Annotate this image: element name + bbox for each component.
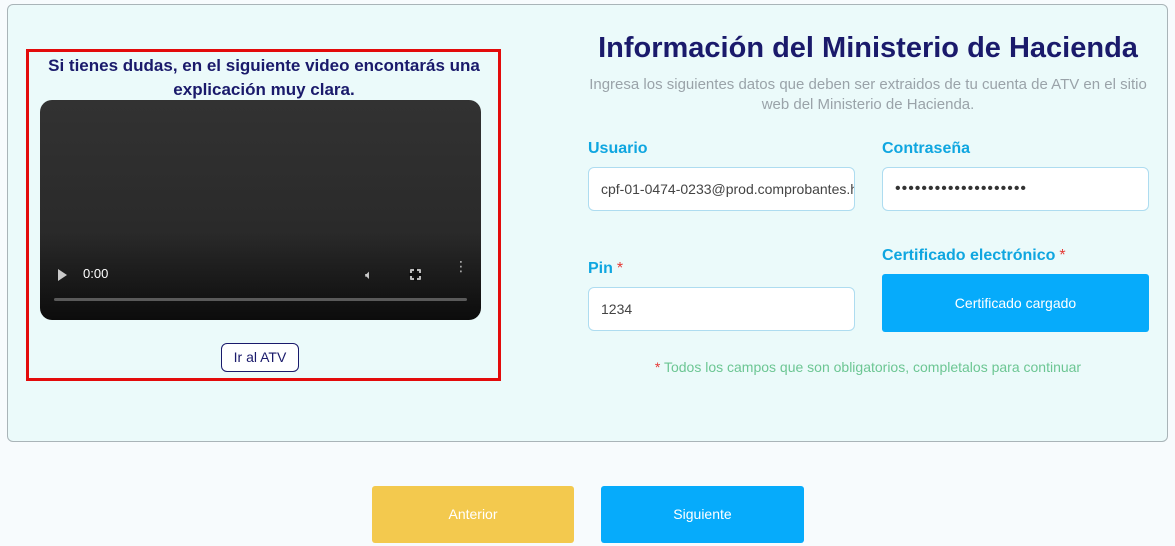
pin-label: Pin *	[588, 260, 623, 278]
note-text: Todos los campos que son obligatorios, c…	[663, 359, 1082, 375]
next-button[interactable]: Siguiente	[601, 486, 804, 543]
note-required-mark: *	[654, 359, 661, 375]
pin-required-mark: *	[616, 260, 624, 277]
usuario-label: Usuario	[588, 140, 648, 157]
video-player[interactable]: 0:00 🔈︎ ⋮	[40, 100, 481, 320]
pin-label-text: Pin	[588, 260, 613, 277]
more-options-icon[interactable]: ⋮	[454, 259, 468, 273]
certificado-label: Certificado electrónico *	[882, 247, 1066, 265]
pin-input[interactable]: 1234	[588, 287, 855, 331]
contrasena-input[interactable]: ••••••••••••••••••••	[882, 167, 1149, 211]
video-caption: Si tienes dudas, en el siguiente video e…	[48, 56, 480, 99]
previous-button[interactable]: Anterior	[372, 486, 574, 543]
page-title: Información del Ministerio de Hacienda	[598, 32, 1138, 64]
contrasena-label: Contraseña	[882, 140, 971, 157]
volume-icon[interactable]: 🔈︎	[365, 267, 373, 283]
certificado-required-mark: *	[1059, 247, 1066, 264]
video-progress-bar[interactable]	[54, 298, 467, 301]
certificado-label-text: Certificado electrónico	[882, 247, 1056, 264]
fullscreen-icon[interactable]	[409, 268, 422, 281]
required-fields-note: * Todos los campos que son obligatorios,…	[588, 359, 1148, 375]
page-subtitle: Ingresa los siguientes datos que deben s…	[589, 76, 1147, 113]
video-section: Si tienes dudas, en el siguiente video e…	[26, 49, 501, 381]
certificado-upload-button[interactable]: Certificado cargado	[882, 274, 1149, 332]
usuario-input[interactable]: cpf-01-0474-0233@prod.comprobantes.hacie…	[588, 167, 855, 211]
video-time: 0:00	[83, 266, 109, 281]
go-to-atv-button[interactable]: Ir al ATV	[221, 343, 299, 372]
play-icon[interactable]	[58, 269, 67, 281]
